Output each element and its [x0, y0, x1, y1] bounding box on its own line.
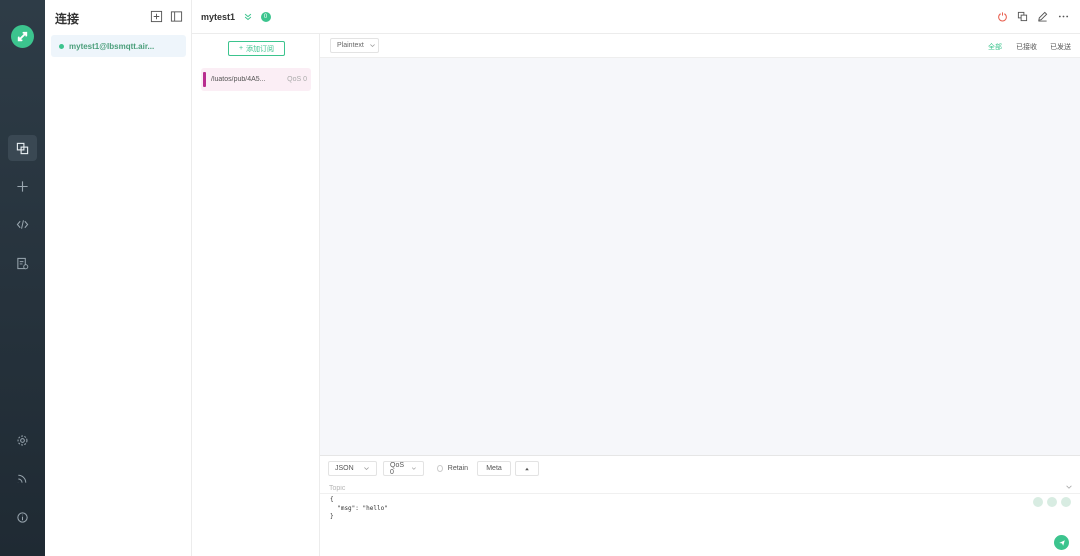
subscription-color-bar — [203, 72, 206, 87]
topic-history-chevron-icon[interactable] — [1065, 483, 1073, 491]
history-next-icon[interactable] — [1061, 497, 1071, 507]
badge-count: 0 — [260, 11, 271, 22]
retain-label: Retain — [447, 465, 468, 472]
meta-label: Meta — [486, 465, 502, 472]
edit-icon[interactable] — [1036, 10, 1049, 23]
nav-settings-icon[interactable] — [8, 427, 37, 453]
retain-checkbox[interactable]: Retain — [431, 461, 474, 476]
qos-value: QoS 0 — [390, 461, 405, 476]
nav-info-icon[interactable] — [8, 504, 37, 530]
filter-received-tab[interactable]: 已接收 — [1016, 42, 1037, 52]
send-icon — [1058, 539, 1065, 546]
message-format-value: Plaintext — [337, 42, 364, 49]
plus-icon: + — [238, 45, 244, 52]
payload-editor[interactable]: { "msg": "hello" } — [330, 496, 388, 522]
divider — [320, 493, 1080, 494]
connections-title: 连接 — [55, 12, 80, 26]
history-prev-icon[interactable] — [1033, 497, 1043, 507]
connection-title: mytest1 — [201, 12, 236, 22]
retain-check-icon — [437, 465, 443, 472]
add-subscription-button[interactable]: + 添加订阅 — [228, 41, 285, 56]
connection-item[interactable]: mytest1@lbsmqtt.air... — [51, 35, 186, 57]
toggle-panel-icon[interactable] — [170, 10, 183, 23]
chevron-down-icon — [412, 467, 417, 470]
nav-log-icon[interactable] — [8, 250, 37, 276]
duplicate-icon[interactable] — [1016, 10, 1029, 23]
chevron-down-icon — [364, 467, 369, 471]
meta-button[interactable]: Meta — [477, 461, 511, 476]
payload-type-select[interactable]: JSON — [328, 461, 377, 476]
message-format-select[interactable]: Plaintext — [330, 38, 379, 53]
subscription-qos: QoS 0 — [287, 76, 307, 83]
nav-new-connection-icon[interactable] — [8, 173, 37, 199]
send-button[interactable] — [1054, 535, 1069, 550]
subscription-item[interactable]: /luatos/pub/4A5... QoS 0 — [201, 68, 311, 91]
connections-panel: 连接 mytest1@lbsmqtt.air... — [45, 0, 192, 556]
status-dot-icon — [59, 43, 64, 49]
subscription-topic: /luatos/pub/4A5... — [211, 76, 266, 83]
nav-script-icon[interactable] — [8, 211, 37, 237]
add-subscription-label: 添加订阅 — [246, 45, 275, 53]
app-logo — [11, 25, 34, 48]
nav-connections-icon[interactable] — [8, 135, 37, 161]
message-area: Plaintext 全部 已接收 已发送 — [320, 34, 1080, 455]
disconnect-icon[interactable] — [996, 10, 1009, 23]
message-toolbar: Plaintext 全部 已接收 已发送 — [320, 34, 1080, 58]
expand-chevron-icon[interactable] — [241, 10, 254, 23]
qos-select[interactable]: QoS 0 — [383, 461, 424, 476]
connection-name: mytest1@lbsmqtt.air... — [69, 41, 155, 51]
chevron-down-icon — [370, 44, 375, 48]
filter-sent-tab[interactable]: 已发送 — [1050, 42, 1071, 52]
publish-panel: JSON QoS 0 Retain Meta { "msg": "hello" … — [320, 455, 1080, 556]
caret-up-icon — [525, 467, 529, 470]
app-sidebar — [0, 0, 45, 556]
new-group-icon[interactable] — [150, 10, 163, 23]
more-icon[interactable] — [1057, 10, 1070, 23]
filter-all-tab[interactable]: 全部 — [988, 42, 1002, 52]
subscriptions-panel: + 添加订阅 /luatos/pub/4A5... QoS 0 — [192, 34, 320, 556]
payload-type-value: JSON — [335, 465, 354, 472]
collapse-button[interactable] — [515, 461, 539, 476]
connection-header: mytest1 0 — [192, 0, 1080, 34]
message-count-badge: 0 — [259, 10, 272, 23]
history-clear-icon[interactable] — [1047, 497, 1057, 507]
nav-feed-icon[interactable] — [8, 465, 37, 491]
